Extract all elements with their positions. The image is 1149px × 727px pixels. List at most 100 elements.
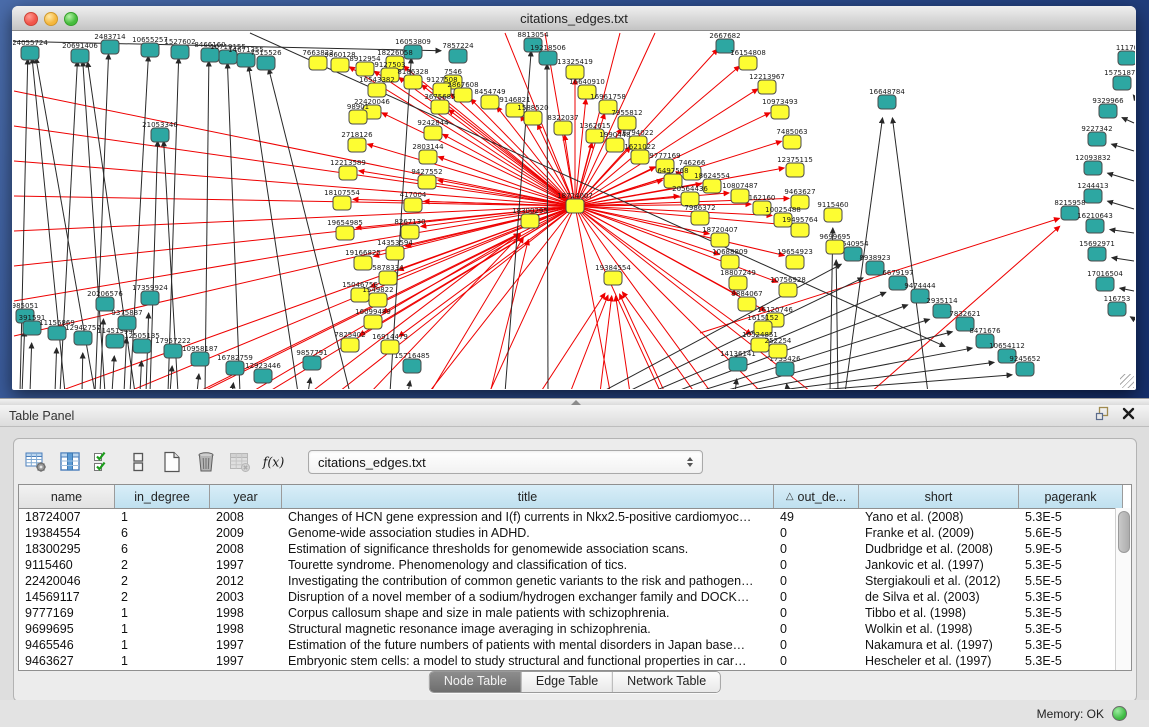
network-node[interactable]: 16914479 bbox=[372, 333, 408, 354]
network-node[interactable]: 116753 bbox=[1104, 295, 1131, 316]
citation-edge-red bbox=[490, 240, 528, 389]
function-icon[interactable]: f(x) bbox=[260, 449, 287, 476]
network-node[interactable]: 12923446 bbox=[245, 362, 281, 383]
table-row[interactable]: 946554611997Estimation of the future num… bbox=[19, 637, 1131, 653]
table-row[interactable]: 1830029562008Estimation of significance … bbox=[19, 541, 1131, 557]
table-scrollbar-thumb[interactable] bbox=[1118, 511, 1130, 553]
network-node[interactable]: 19384554 bbox=[595, 264, 631, 285]
close-panel-icon[interactable] bbox=[1122, 407, 1135, 425]
citation-edge-black bbox=[780, 375, 1012, 389]
svg-text:1621022: 1621022 bbox=[624, 143, 655, 151]
network-node[interactable]: 12375115 bbox=[777, 156, 813, 177]
network-node[interactable]: 12942757 bbox=[65, 324, 101, 345]
network-canvas-area[interactable]: 2405572420691406248371410655257152760284… bbox=[13, 31, 1135, 389]
network-node[interactable]: 24055724 bbox=[13, 39, 48, 60]
svg-text:162160: 162160 bbox=[749, 194, 776, 202]
network-node[interactable]: 11170 bbox=[1116, 44, 1135, 65]
column-header-name[interactable]: name bbox=[19, 485, 115, 508]
svg-text:17957222: 17957222 bbox=[155, 337, 191, 345]
network-node[interactable]: 10655257 bbox=[132, 36, 168, 57]
network-node[interactable]: 2803144 bbox=[412, 143, 444, 164]
minimize-window-button[interactable] bbox=[44, 12, 58, 26]
network-node[interactable]: 9427552 bbox=[411, 168, 442, 189]
svg-text:2803144: 2803144 bbox=[412, 143, 444, 151]
network-node[interactable]: 20206576 bbox=[87, 290, 123, 311]
network-node[interactable]: 16648784 bbox=[869, 88, 905, 109]
stacked-rows-icon[interactable] bbox=[124, 449, 151, 476]
network-node[interactable]: 9329966 bbox=[1092, 97, 1124, 118]
network-node[interactable]: 18720407 bbox=[702, 226, 738, 247]
network-canvas[interactable]: 2405572420691406248371410655257152760284… bbox=[13, 31, 1135, 389]
column-header-short[interactable]: short bbox=[859, 485, 1019, 508]
svg-text:19495764: 19495764 bbox=[782, 216, 818, 224]
network-file-select[interactable]: citations_edges.txt bbox=[308, 450, 703, 474]
network-node[interactable]: 16099489 bbox=[355, 308, 391, 329]
network-view-window[interactable]: citations_edges.txt 24055724206914062483… bbox=[12, 6, 1136, 390]
zoom-window-button[interactable] bbox=[64, 12, 78, 26]
svg-text:9427552: 9427552 bbox=[411, 168, 442, 176]
table-settings-icon[interactable] bbox=[22, 449, 49, 476]
network-node[interactable]: 12213589 bbox=[330, 159, 366, 180]
network-node[interactable]: 7986372 bbox=[684, 204, 715, 225]
network-node[interactable]: 15692971 bbox=[1079, 240, 1115, 261]
row-check-icon[interactable] bbox=[90, 449, 117, 476]
network-node[interactable]: 2718126 bbox=[341, 131, 373, 152]
svg-text:12213589: 12213589 bbox=[330, 159, 366, 167]
network-node[interactable]: 9227342 bbox=[1081, 125, 1112, 146]
column-header-title[interactable]: title bbox=[282, 485, 774, 508]
tab-node-table[interactable]: Node Table bbox=[430, 672, 522, 692]
network-node[interactable]: 10973493 bbox=[762, 98, 798, 119]
network-node[interactable]: 16154808 bbox=[730, 49, 766, 70]
network-node[interactable]: 13325419 bbox=[557, 58, 593, 79]
network-node[interactable]: 10688809 bbox=[712, 248, 748, 269]
column-header-in_degree[interactable]: in_degree bbox=[115, 485, 210, 508]
network-node[interactable]: 16543382 bbox=[359, 76, 395, 97]
table-row[interactable]: 1456911722003Disruption of a novel membe… bbox=[19, 589, 1131, 605]
table-row[interactable]: 911546021997Tourette syndrome. Phenomeno… bbox=[19, 557, 1131, 573]
network-node[interactable]: 98901 bbox=[347, 103, 369, 124]
table-row[interactable]: 2242004622012Investigating the contribut… bbox=[19, 573, 1131, 589]
network-node[interactable]: 18807249 bbox=[720, 269, 756, 290]
svg-text:19654923: 19654923 bbox=[777, 248, 813, 256]
network-node[interactable]: 1527602 bbox=[164, 38, 195, 59]
column-chooser-icon[interactable] bbox=[56, 449, 83, 476]
tab-edge-table[interactable]: Edge Table bbox=[522, 672, 613, 692]
network-node[interactable]: 15751874 bbox=[1104, 69, 1135, 90]
network-node[interactable]: 10958187 bbox=[182, 345, 218, 366]
network-node[interactable]: 7485063 bbox=[776, 128, 807, 149]
column-header-out_degree[interactable]: △out_de... bbox=[774, 485, 859, 508]
network-node[interactable]: 19654923 bbox=[777, 248, 813, 269]
column-header-pagerank[interactable]: pagerank bbox=[1019, 485, 1123, 508]
table-row[interactable]: 1938455462009Genome-wide association stu… bbox=[19, 525, 1131, 541]
network-node[interactable]: 9115460 bbox=[817, 201, 848, 222]
table-row[interactable]: 969969511998Structural magnetic resonanc… bbox=[19, 621, 1131, 637]
close-window-button[interactable] bbox=[24, 12, 38, 26]
tab-network-table[interactable]: Network Table bbox=[613, 672, 720, 692]
network-node[interactable]: 12093832 bbox=[1075, 154, 1111, 175]
network-node[interactable]: 8322037 bbox=[547, 114, 578, 135]
svg-text:18226058: 18226058 bbox=[377, 49, 413, 57]
window-resize-grip[interactable] bbox=[1120, 374, 1134, 388]
column-header-year[interactable]: year bbox=[210, 485, 282, 508]
table-row[interactable]: 946362711997Embryonic stem cells: a mode… bbox=[19, 653, 1131, 669]
network-node[interactable]: 9245652 bbox=[1009, 355, 1040, 376]
delete-icon[interactable] bbox=[192, 449, 219, 476]
table-row[interactable]: 977716911998Corpus callosum shape and si… bbox=[19, 605, 1131, 621]
new-document-icon[interactable] bbox=[158, 449, 185, 476]
float-panel-icon[interactable] bbox=[1095, 406, 1110, 426]
table-scrollbar[interactable] bbox=[1115, 508, 1131, 670]
import-table-disabled-icon[interactable] bbox=[226, 449, 253, 476]
network-node[interactable]: 9242844 bbox=[417, 119, 449, 140]
table-row[interactable]: 1872400712008Changes of HCN gene express… bbox=[19, 509, 1131, 525]
network-node[interactable]: 9857791 bbox=[296, 349, 327, 370]
network-node[interactable]: 21053346 bbox=[142, 121, 178, 142]
network-window-titlebar[interactable]: citations_edges.txt bbox=[12, 6, 1136, 31]
network-node[interactable]: 8186328 bbox=[397, 68, 428, 89]
network-node[interactable]: 7955812 bbox=[611, 109, 642, 130]
network-node[interactable]: 16210643 bbox=[1077, 212, 1113, 233]
network-node[interactable]: 17016504 bbox=[1087, 270, 1123, 291]
memory-ok-indicator-icon bbox=[1112, 706, 1127, 721]
network-node[interactable]: 7857224 bbox=[442, 42, 474, 63]
network-node[interactable]: 14353594 bbox=[377, 239, 413, 260]
network-node[interactable]: 20691406 bbox=[62, 42, 98, 63]
